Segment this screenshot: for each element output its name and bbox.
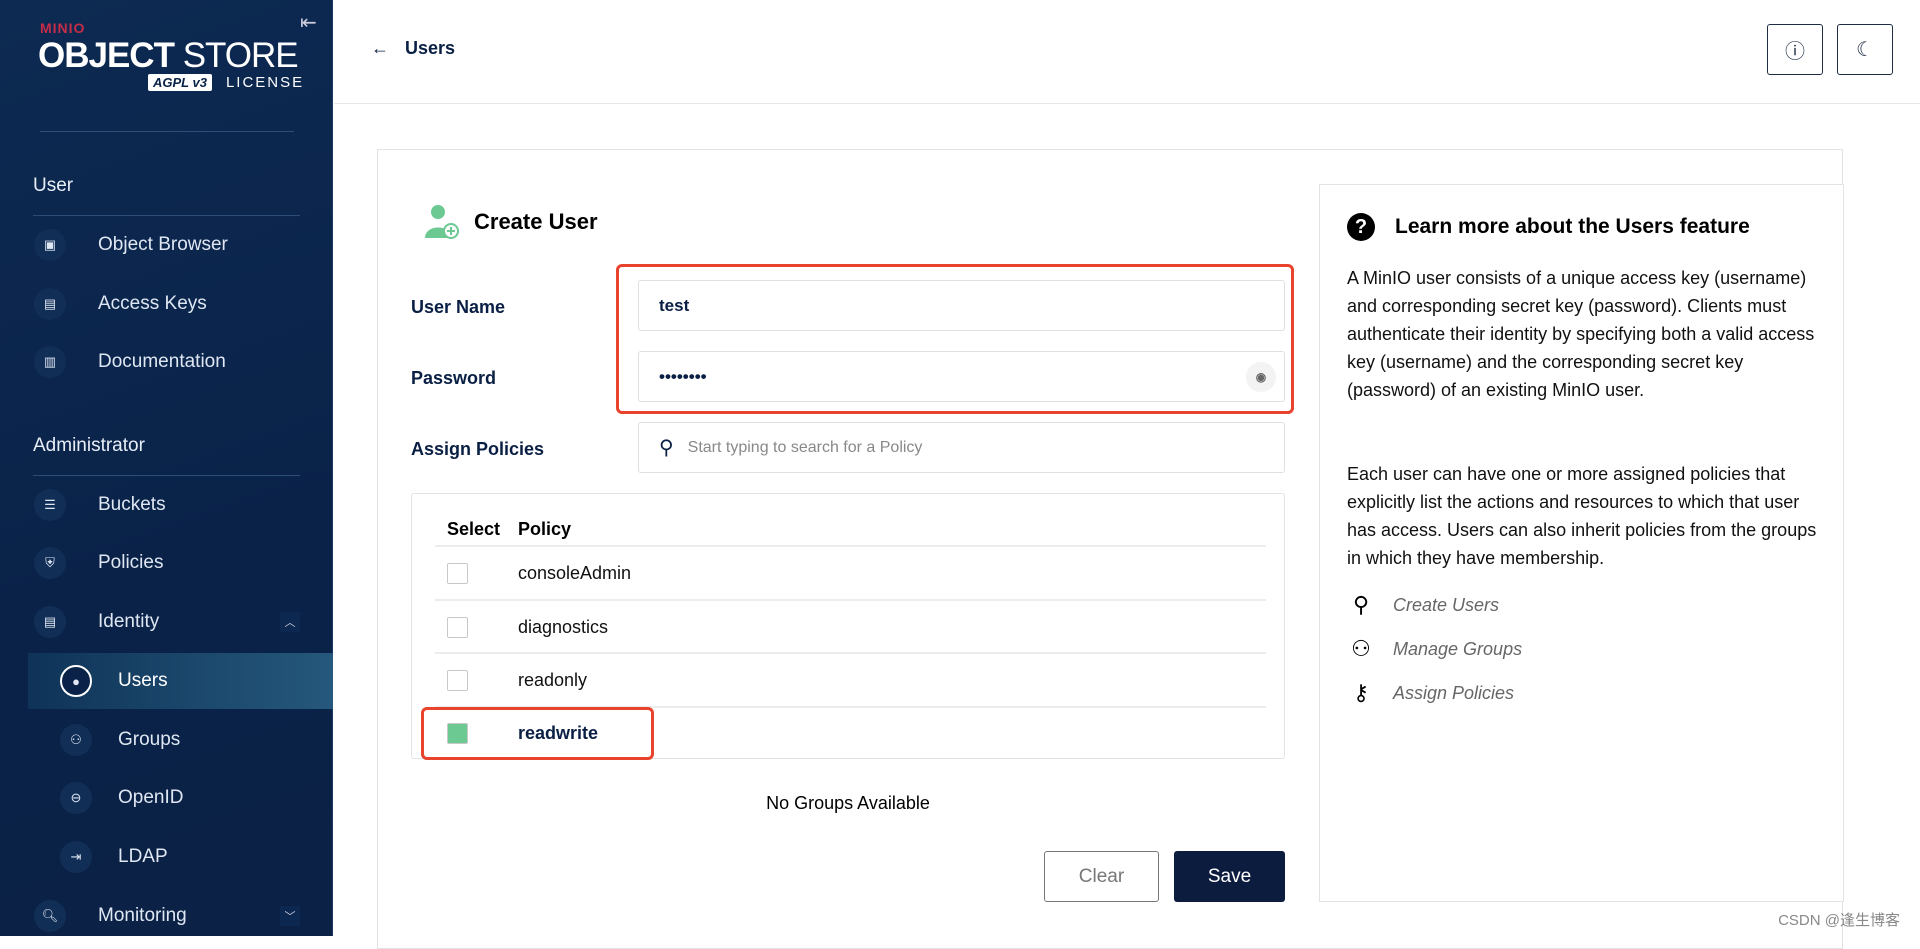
collapse-left-icon[interactable]: ⇤ [300, 10, 317, 35]
divider [33, 215, 300, 216]
divider [33, 475, 300, 476]
checkbox-consoleadmin[interactable] [447, 563, 468, 584]
column-select: Select [447, 519, 501, 539]
sidebar-item-ldap[interactable]: ⇥ LDAP [28, 829, 333, 885]
policies-label: Assign Policies [411, 439, 545, 459]
sidebar-item-policies[interactable]: ⛨ Policies [28, 535, 333, 591]
divider [435, 652, 1266, 654]
sidebar-item-object-browser[interactable]: ▣ Object Browser [28, 217, 333, 273]
info-paragraph: Each user can have one or more assigned … [1347, 464, 1817, 568]
sidebar: MINIO OBJECT STORE AGPL v3 LICENSE ⇤ User… [0, 0, 333, 936]
lock-icon: ⊖ [60, 782, 92, 814]
logo-product: OBJECT STORE [38, 36, 299, 75]
key-icon: ⚷ [1352, 680, 1370, 705]
header: ← Users ⓘ ☾ [334, 0, 1920, 104]
help-icon: ⓘ [1785, 41, 1805, 63]
section-user: User [33, 175, 74, 196]
password-input[interactable]: •••••••• ◉ [638, 351, 1285, 402]
documentation-icon: ▥ [34, 346, 66, 378]
sidebar-item-openid[interactable]: ⊖ OpenID [28, 770, 333, 826]
monitoring-icon: 🔍︎ [34, 900, 66, 932]
divider [40, 131, 294, 132]
policy-name: consoleAdmin [518, 563, 632, 583]
sidebar-item-buckets[interactable]: ☰ Buckets [28, 477, 333, 533]
username-label: User Name [411, 297, 506, 317]
checkbox-readonly[interactable] [447, 670, 468, 691]
help-circle-icon: ? [1347, 213, 1375, 241]
help-button[interactable]: ⓘ [1767, 24, 1823, 75]
shield-icon: ⛨ [34, 547, 66, 579]
save-button[interactable]: Save [1174, 851, 1285, 902]
password-label: Password [411, 368, 497, 388]
sidebar-item-groups[interactable]: ⚇ Groups [28, 712, 333, 768]
username-input[interactable]: test [638, 280, 1285, 331]
logo-brand: MINIO [40, 20, 86, 36]
search-icon: ⚲ [659, 437, 674, 459]
groups-icon: ⚇ [60, 724, 92, 756]
object-browser-icon: ▣ [34, 229, 66, 261]
policy-name: readonly [518, 670, 588, 690]
no-groups-message: No Groups Available [766, 793, 930, 813]
info-title: ? Learn more about the Users feature [1347, 213, 1750, 241]
checkbox-diagnostics[interactable] [447, 617, 468, 638]
arrow-left-icon: ← [371, 38, 389, 58]
sidebar-item-identity[interactable]: ▤ Identity ︿ [28, 594, 333, 650]
groups-icon: ⚇ [1351, 636, 1371, 661]
section-administrator: Administrator [33, 435, 145, 456]
add-user-icon [425, 205, 459, 239]
column-policy: Policy [518, 519, 572, 539]
theme-toggle-button[interactable]: ☾ [1837, 24, 1893, 75]
eye-icon[interactable]: ◉ [1246, 362, 1276, 392]
moon-icon: ☾ [1856, 39, 1874, 61]
login-icon: ⇥ [60, 841, 92, 873]
divider [435, 545, 1266, 547]
divider [435, 599, 1266, 601]
link-assign-policies[interactable]: ⚷ Assign Policies [1347, 680, 1514, 706]
sidebar-item-documentation[interactable]: ▥ Documentation [28, 334, 333, 390]
link-manage-groups[interactable]: ⚇ Manage Groups [1347, 636, 1522, 662]
access-keys-icon: ▤ [34, 288, 66, 320]
logo-license: AGPL v3 LICENSE [148, 74, 304, 91]
clear-button[interactable]: Clear [1044, 851, 1159, 902]
policy-search-input[interactable]: ⚲ Start typing to search for a Policy [638, 422, 1285, 473]
bucket-icon: ☰ [34, 489, 66, 521]
link-create-users[interactable]: ⚲ Create Users [1347, 592, 1499, 618]
chevron-down-icon[interactable]: ﹀ [280, 906, 300, 926]
back-button[interactable]: ← Users [371, 38, 455, 59]
policy-name: diagnostics [518, 617, 609, 637]
sidebar-item-users[interactable]: ● Users [28, 653, 333, 709]
chevron-up-icon[interactable]: ︿ [280, 612, 300, 632]
page-title: Create User [424, 204, 598, 240]
user-outline-icon: ⚲ [1352, 592, 1370, 617]
id-card-icon: ▤ [34, 606, 66, 638]
watermark: CSDN @逢生博客 [1778, 912, 1900, 929]
user-icon: ● [60, 665, 92, 697]
info-paragraph: A MinIO user consists of a unique access… [1347, 268, 1815, 400]
highlight-annotation [421, 707, 654, 760]
sidebar-item-access-keys[interactable]: ▤ Access Keys [28, 276, 333, 332]
